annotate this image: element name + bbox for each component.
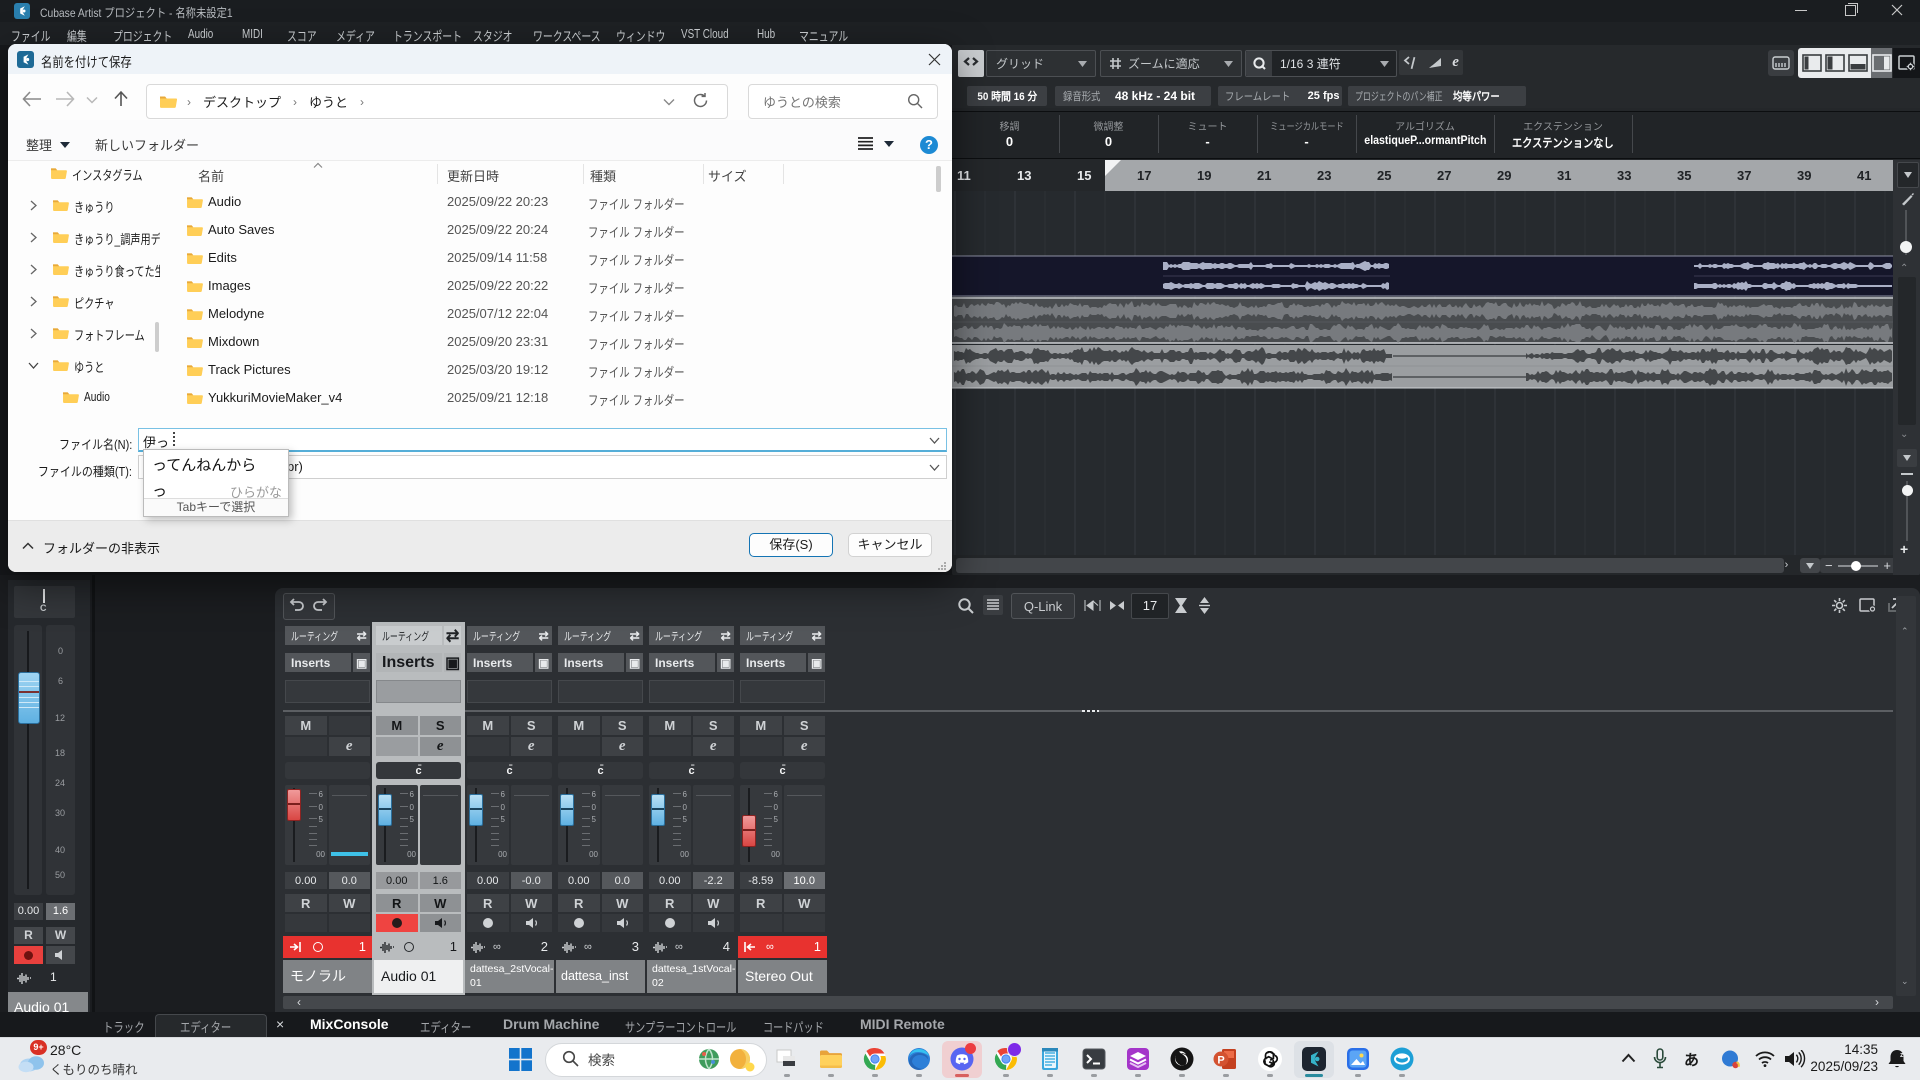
svg-text:z: z xyxy=(1900,1052,1904,1059)
svg-text:P: P xyxy=(1217,1055,1224,1067)
